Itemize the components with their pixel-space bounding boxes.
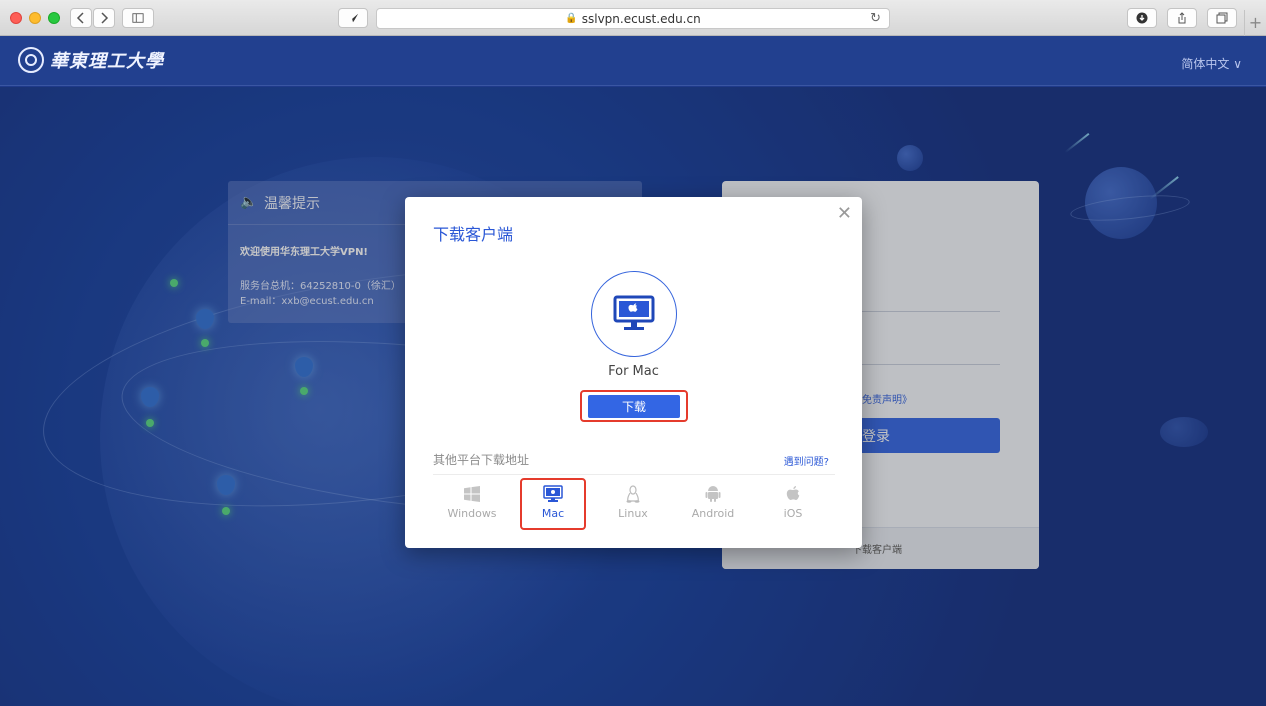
divider	[433, 474, 835, 475]
university-logo: 華東理工大學	[18, 47, 164, 73]
platform-label: iOS	[783, 507, 803, 520]
lock-icon: 🔒	[565, 13, 578, 24]
close-icon[interactable]: ✕	[837, 203, 852, 224]
dialog-title: 下载客户端	[433, 225, 514, 244]
windows-icon	[464, 486, 480, 502]
close-window-button[interactable]	[10, 12, 22, 24]
forward-icon	[101, 12, 109, 24]
monitor-icon	[613, 295, 655, 330]
other-platforms-label: 其他平台下载地址	[433, 453, 530, 467]
new-tab-icon[interactable]: +	[1244, 10, 1266, 36]
logo-text: 華東理工大學	[50, 51, 164, 72]
sidebar-button[interactable]	[122, 8, 154, 28]
university-seal-icon	[18, 47, 44, 73]
platform-linux[interactable]: Linux	[593, 484, 673, 520]
mac-highlight-box	[520, 478, 586, 530]
site-header: 華東理工大學 简体中文 ∨	[0, 36, 1266, 86]
share-icon	[1178, 12, 1186, 24]
url-text: sslvpn.ecust.edu.cn	[581, 11, 701, 26]
download-icon	[1136, 12, 1148, 24]
download-button[interactable]: 下载	[588, 395, 680, 418]
reload-icon[interactable]: ↻	[870, 11, 881, 26]
tabs-overview-button[interactable]	[1207, 8, 1237, 28]
apple-icon	[786, 486, 800, 500]
tabs-icon	[1216, 12, 1228, 24]
platform-label: Windows	[447, 507, 497, 520]
zoom-window-button[interactable]	[48, 12, 60, 24]
os-name-label: For Mac	[608, 364, 659, 379]
platform-android[interactable]: Android	[673, 484, 753, 520]
android-icon	[705, 486, 721, 502]
download-client-dialog: 下载客户端 ✕ For Mac 下载 其他平台下载地址 遇到问题? Window…	[405, 197, 862, 548]
forward-button[interactable]	[93, 8, 115, 28]
help-link[interactable]: 遇到问题?	[784, 453, 829, 468]
bird-extension-button[interactable]	[338, 8, 368, 28]
sidebar-icon	[132, 13, 144, 23]
downloads-button[interactable]	[1127, 8, 1157, 28]
platform-label: Android	[691, 507, 735, 520]
language-selector[interactable]: 简体中文 ∨	[1181, 55, 1242, 72]
platform-label: Linux	[618, 507, 648, 520]
download-button-label: 下载	[621, 400, 646, 414]
browser-toolbar: 🔒 sslvpn.ecust.edu.cn ↻ +	[0, 0, 1266, 36]
linux-icon	[626, 485, 640, 503]
platform-ios[interactable]: iOS	[753, 484, 833, 520]
back-button[interactable]	[70, 8, 92, 28]
platform-windows[interactable]: Windows	[432, 484, 512, 520]
mac-os-badge	[591, 271, 677, 357]
bird-icon	[347, 13, 359, 23]
minimize-window-button[interactable]	[29, 12, 41, 24]
share-button[interactable]	[1167, 8, 1197, 28]
back-icon	[76, 12, 84, 24]
address-bar[interactable]: 🔒 sslvpn.ecust.edu.cn ↻	[376, 8, 890, 29]
